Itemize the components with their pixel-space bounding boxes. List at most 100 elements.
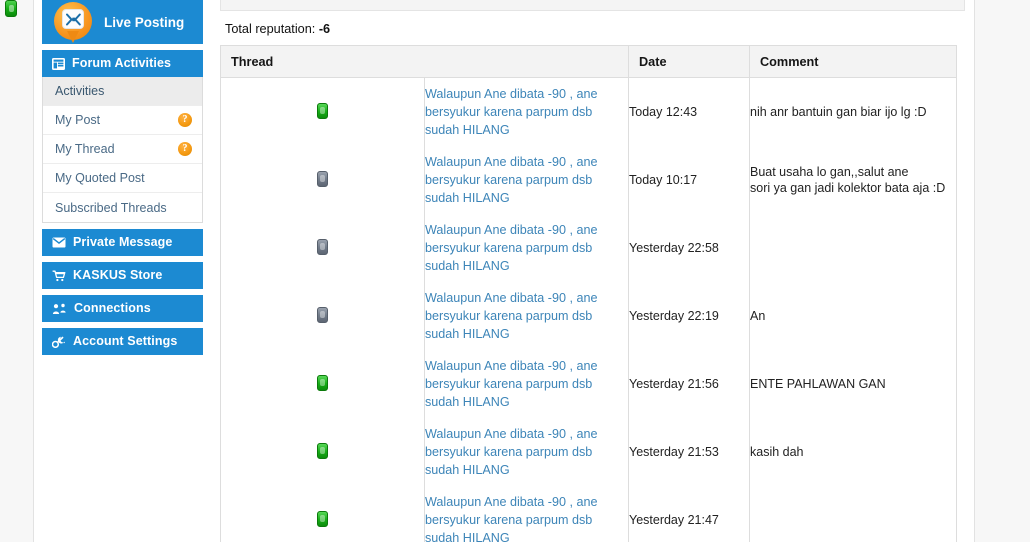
reputation-badge-corner [5,0,17,17]
thread-cell: Walaupun Ane dibata -90 , ane bersyukur … [424,350,629,418]
comment-line: An [750,309,766,323]
comment-cell [750,486,957,542]
comment-cell: nih anr bantuin gan biar ijo lg :D [750,78,957,147]
column-header-date[interactable]: Date [628,45,750,78]
sidebar-block-account-settings: Account Settings [42,328,203,355]
reputation-green-icon [317,374,328,391]
reputation-gray-icon [317,170,328,187]
thread-link[interactable]: Walaupun Ane dibata -90 , ane bersyukur … [425,289,628,343]
total-reputation-value: -6 [318,22,331,36]
table-head: Thread Date Comment [220,45,957,78]
reputation-icon-cell [220,214,425,282]
reputation-icon-cell [220,282,425,350]
main-content: Total reputation: -6 Thread Date Comment… [220,0,965,542]
sidebar-item-label: Private Message [73,235,173,250]
table-body: Walaupun Ane dibata -90 , ane bersyukur … [220,77,957,542]
sidebar-item-label: My Thread [55,142,115,156]
reputation-green-icon [317,510,328,527]
thread-link[interactable]: Walaupun Ane dibata -90 , ane bersyukur … [425,493,628,542]
table-row: Walaupun Ane dibata -90 , ane bersyukur … [220,486,957,542]
thread-link[interactable]: Walaupun Ane dibata -90 , ane bersyukur … [425,153,628,207]
sidebar-block-live-posting[interactable]: Live Posting [42,0,203,44]
thread-link[interactable]: Walaupun Ane dibata -90 , ane bersyukur … [425,221,628,275]
table-row: Walaupun Ane dibata -90 , ane bersyukur … [220,350,957,418]
table-row: Walaupun Ane dibata -90 , ane bersyukur … [220,146,957,214]
comment-cell [750,214,957,282]
sidebar-item-activities[interactable]: Activities [43,77,202,106]
thread-cell: Walaupun Ane dibata -90 , ane bersyukur … [424,77,629,146]
date-cell: Today 10:17 [628,146,750,214]
reputation-icon-cell [220,418,425,486]
sidebar-block-connections: Connections [42,295,203,322]
thread-cell: Walaupun Ane dibata -90 , ane bersyukur … [424,146,629,214]
comment-line: sori ya gan jadi kolektor bata aja :D [750,181,946,195]
thread-cell: Walaupun Ane dibata -90 , ane bersyukur … [424,486,629,542]
thread-cell: Walaupun Ane dibata -90 , ane bersyukur … [424,214,629,282]
reputation-gray-icon [317,238,328,255]
envelope-icon [52,237,66,248]
kaskus-logo-icon [54,2,94,43]
sidebar-item-connections[interactable]: Connections [42,295,203,322]
column-header-comment[interactable]: Comment [749,45,957,78]
date-cell: Yesterday 22:19 [628,282,750,350]
table-row: Walaupun Ane dibata -90 , ane bersyukur … [220,214,957,282]
thread-link[interactable]: Walaupun Ane dibata -90 , ane bersyukur … [425,425,628,479]
comment-line: nih anr bantuin gan biar ijo lg :D [750,105,927,119]
toolbar-strip-cutoff [220,0,965,11]
sidebar-block-forum-activities: Forum Activities Activities My Post? My Th… [42,50,203,223]
date-cell: Today 12:43 [628,77,750,146]
sidebar-item-private-message[interactable]: Private Message [42,229,203,256]
comment-cell: kasih dah [750,418,957,486]
forum-activities-header[interactable]: Forum Activities [42,50,203,77]
comment-line: ENTE PAHLAWAN GAN [750,377,886,391]
sidebar-item-label: KASKUS Store [73,268,163,283]
date-cell: Yesterday 21:47 [628,486,750,542]
date-cell: Yesterday 22:58 [628,214,750,282]
thread-cell: Walaupun Ane dibata -90 , ane bersyukur … [424,418,629,486]
wrench-icon [52,336,66,348]
sidebar-item-label: Connections [74,301,151,316]
help-badge-icon[interactable]: ? [178,142,192,156]
live-posting-label: Live Posting [104,14,185,30]
sidebar-item-my-quoted-post[interactable]: My Quoted Post [43,164,202,193]
sidebar-item-label: Subscribed Threads [55,200,167,215]
total-reputation: Total reputation: -6 [220,11,965,45]
live-posting-header[interactable]: Live Posting [42,0,203,44]
table-header-row: Thread Date Comment [220,45,957,78]
reputation-green-icon [317,442,328,459]
sidebar-item-subscribed-threads[interactable]: Subscribed Threads [43,193,202,222]
comment-cell: Buat usaha lo gan,,salut ane sori ya gan … [750,146,957,214]
sidebar-item-kaskus-store[interactable]: KASKUS Store [42,262,203,289]
reputation-icon-cell [220,486,425,542]
reputation-icon-cell [220,77,425,146]
comment-cell: ENTE PAHLAWAN GAN [750,350,957,418]
column-header-thread[interactable]: Thread [220,45,629,78]
table-row: Walaupun Ane dibata -90 , ane bersyukur … [220,282,957,350]
sidebar-block-kaskus-store: KASKUS Store [42,262,203,289]
reputation-icon-cell [220,146,425,214]
table-row: Walaupun Ane dibata -90 , ane bersyukur … [220,418,957,486]
help-badge-icon[interactable]: ? [178,113,192,127]
date-cell: Yesterday 21:56 [628,350,750,418]
sidebar: Live Posting Forum Activities Activities… [42,0,203,361]
grid-panel-icon [52,57,65,70]
table-row: Walaupun Ane dibata -90 , ane bersyukur … [220,77,957,147]
sidebar-item-my-thread[interactable]: My Thread? [43,135,202,164]
thread-cell: Walaupun Ane dibata -90 , ane bersyukur … [424,282,629,350]
reputation-green-icon [317,102,328,119]
thread-link[interactable]: Walaupun Ane dibata -90 , ane bersyukur … [425,85,628,139]
shopping-cart-icon [52,270,66,282]
total-reputation-label: Total reputation: [225,22,316,36]
reputation-gray-icon [317,306,328,323]
page-root: Live Posting Forum Activities Activities… [0,0,1030,542]
comment-cell: An [750,282,957,350]
connections-icon [52,303,67,315]
sidebar-block-private-message: Private Message [42,229,203,256]
comment-line: Buat usaha lo gan,,salut ane [750,165,909,179]
sidebar-item-account-settings[interactable]: Account Settings [42,328,203,355]
forum-activities-list: Activities My Post? My Thread? My Quoted Po… [42,77,203,223]
sidebar-item-label: Account Settings [73,334,178,349]
sidebar-item-my-post[interactable]: My Post? [43,106,202,135]
sidebar-secondary-blocks: Private Message KASKUS Store Connections Ac… [42,229,203,355]
thread-link[interactable]: Walaupun Ane dibata -90 , ane bersyukur … [425,357,628,411]
